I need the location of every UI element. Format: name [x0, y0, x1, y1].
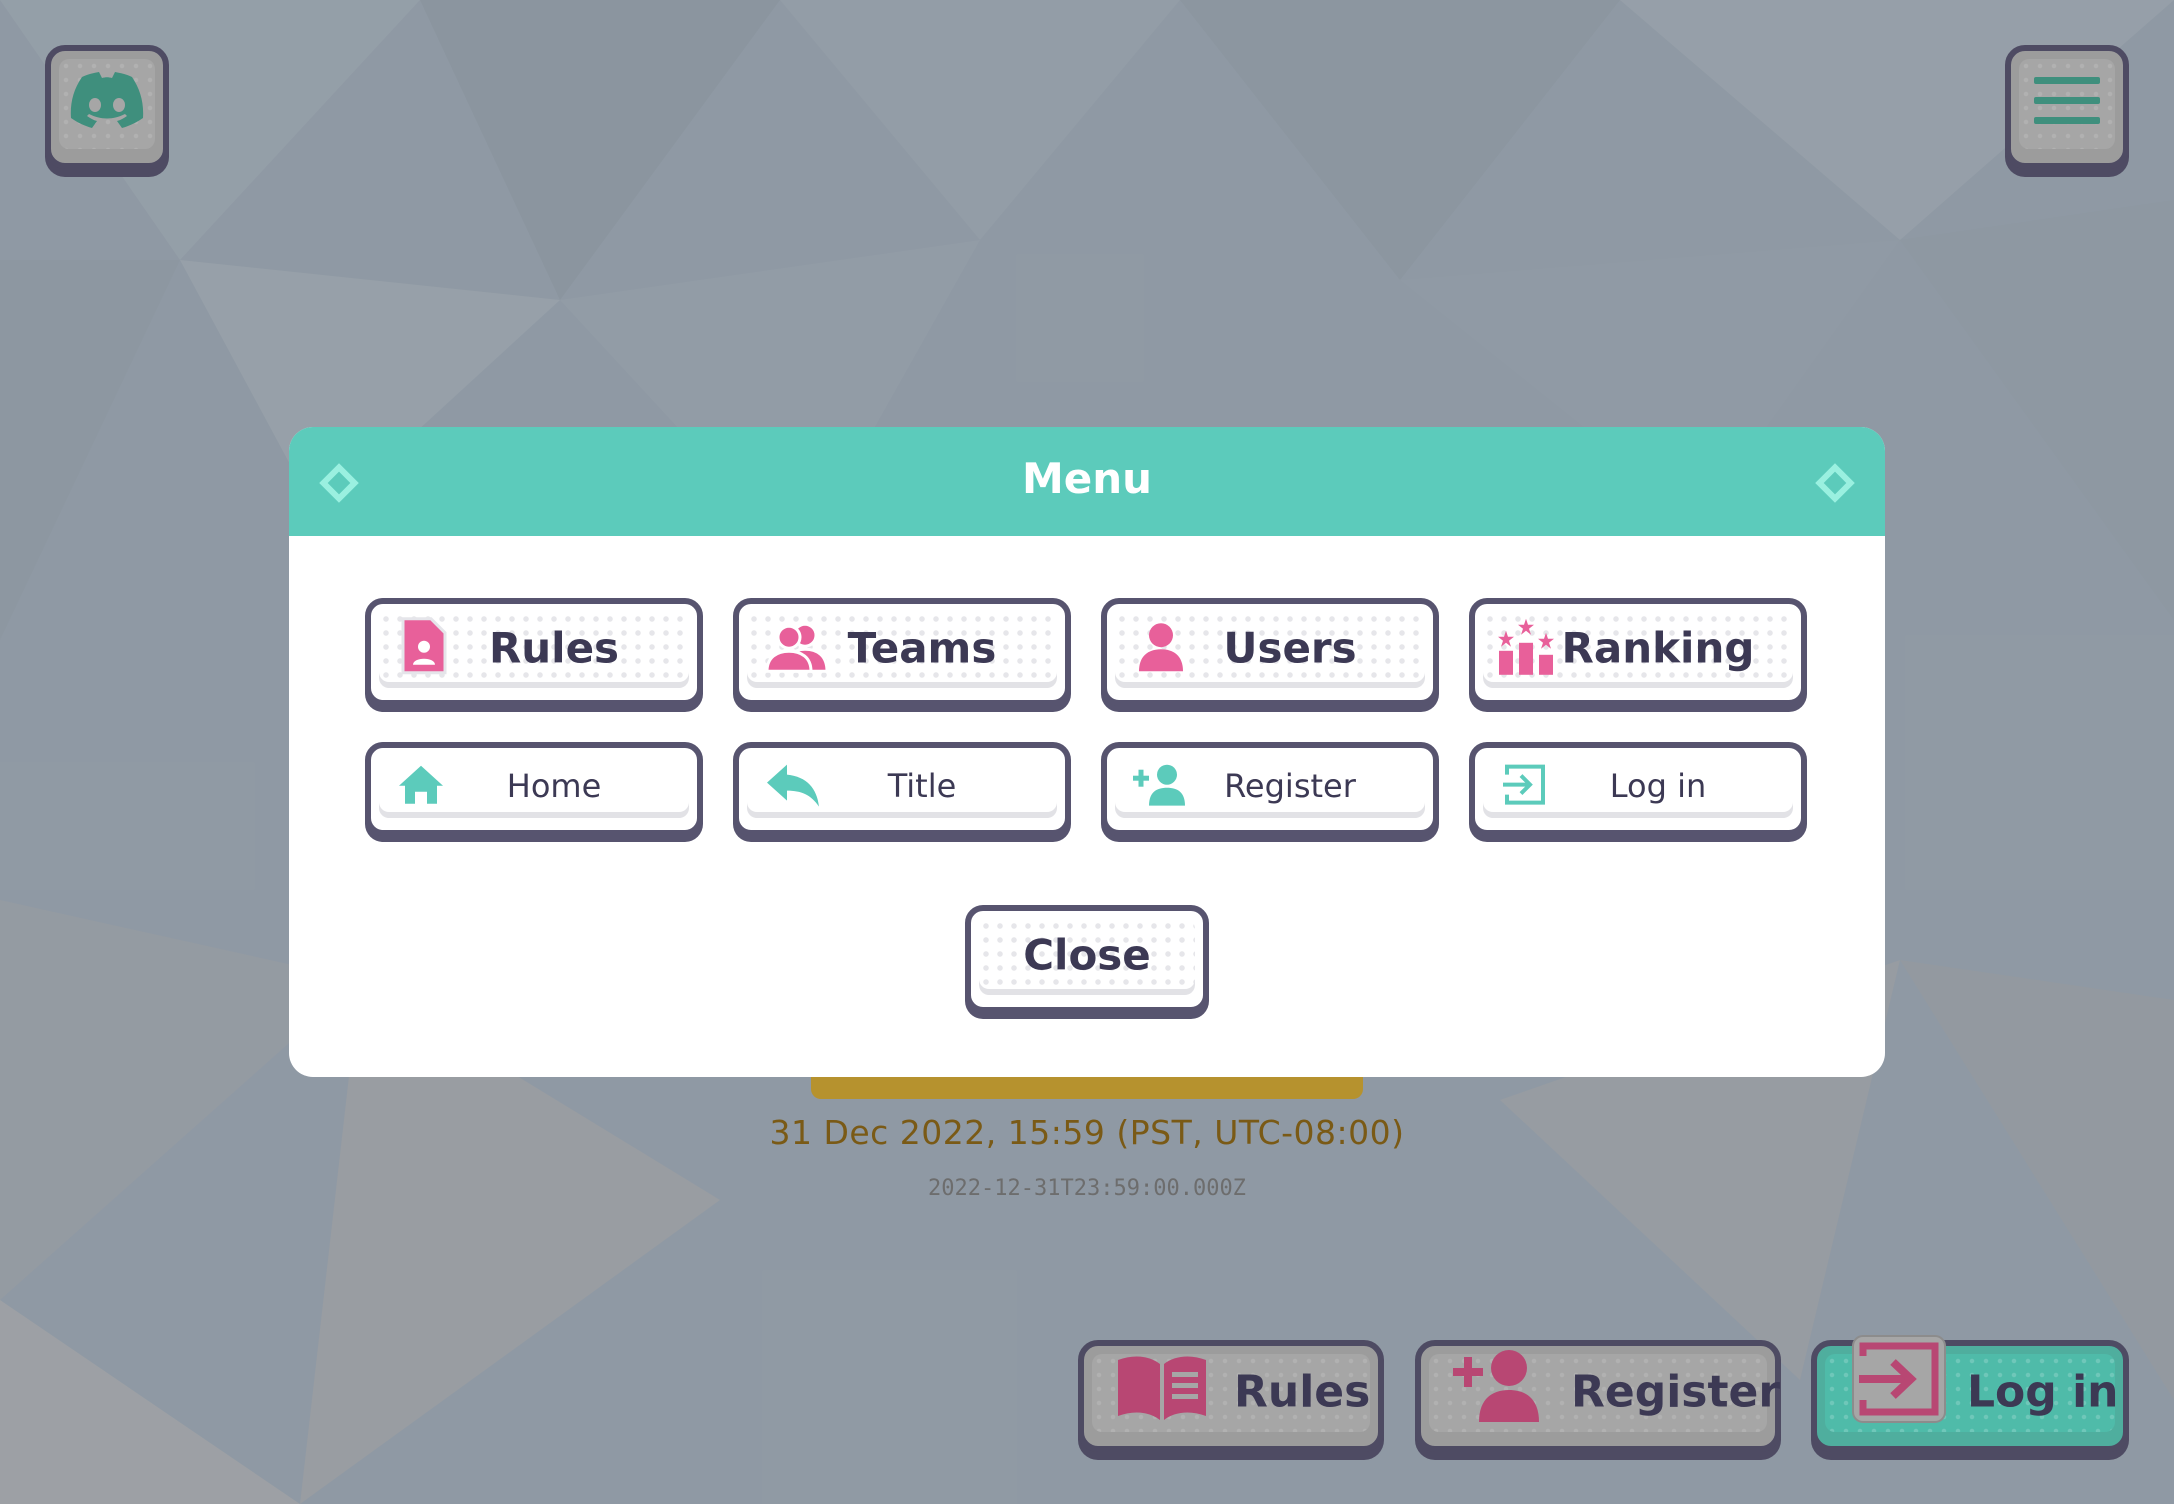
menu-register-label: Register	[1224, 766, 1356, 805]
menu-register-button[interactable]: Register	[1101, 742, 1439, 836]
add-user-icon	[1449, 1346, 1549, 1430]
menu-close-button[interactable]: Close	[965, 905, 1209, 1013]
menu-ranking-button[interactable]: Ranking	[1469, 598, 1807, 706]
end-date-local: 31 Dec 2022, 15:59 (PST, UTC-08:00)	[769, 1113, 1405, 1152]
menu-dialog: Menu Rules Teams Users Ranking Home Titl…	[289, 427, 1885, 1077]
menu-home-label: Home	[506, 766, 602, 805]
bottom-rules-button[interactable]: Rules	[1078, 1340, 1384, 1452]
menu-title-label: Title	[887, 766, 957, 805]
bottom-register-button[interactable]: Register	[1415, 1340, 1781, 1452]
menu-rules-label: Rules	[488, 623, 620, 673]
end-date-iso: 2022-12-31T23:59:00.000Z	[928, 1176, 1246, 1201]
menu-title-button[interactable]: Title	[733, 742, 1071, 836]
menu-users-button[interactable]: Users	[1101, 598, 1439, 706]
bottom-login-button[interactable]: Log in	[1811, 1335, 2129, 1452]
menu-users-label: Users	[1223, 623, 1357, 673]
hamburger-menu-icon	[2034, 76, 2100, 129]
login-icon	[1851, 1334, 1947, 1428]
discord-icon	[70, 71, 144, 134]
diamond-right-icon	[1815, 463, 1855, 503]
discord-button[interactable]	[45, 45, 169, 169]
bottom-register-label: Register	[1571, 1366, 1781, 1418]
bottom-login-label: Log in	[1967, 1366, 2119, 1418]
menu-teams-button[interactable]: Teams	[733, 598, 1071, 706]
bottom-rules-label: Rules	[1234, 1366, 1371, 1418]
menu-login-label: Log in	[1609, 766, 1707, 805]
menu-teams-label: Teams	[847, 623, 997, 673]
menu-title: Menu	[1021, 454, 1153, 503]
menu-login-button[interactable]: Log in	[1469, 742, 1807, 836]
menu-ranking-label: Ranking	[1561, 623, 1755, 673]
menu-home-button[interactable]: Home	[365, 742, 703, 836]
open-book-icon	[1114, 1352, 1210, 1428]
menu-close-label: Close	[1023, 930, 1151, 980]
hamburger-menu-button[interactable]	[2005, 45, 2129, 169]
menu-header: Menu	[289, 427, 1885, 536]
menu-rules-button[interactable]: Rules	[365, 598, 703, 706]
